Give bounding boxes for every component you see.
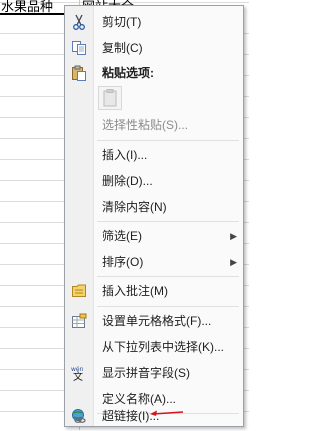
paste-option-button[interactable] xyxy=(98,86,122,110)
comment-icon xyxy=(71,283,87,299)
menu-item-paste-options: 粘贴选项: xyxy=(65,62,243,84)
menu-item-label: 插入批注(M) xyxy=(102,284,168,298)
paste-icon xyxy=(71,65,87,81)
menu-item-label: 设置单元格格式(F)... xyxy=(102,314,212,328)
svg-text:文: 文 xyxy=(73,370,83,381)
menu-item-paste-special[interactable]: 选择性粘贴(S)... xyxy=(65,114,243,136)
menu-item-label: 选择性粘贴(S)... xyxy=(102,118,188,132)
menu-item-insert[interactable]: 插入(I)... xyxy=(65,144,243,166)
menu-item-copy[interactable]: 复制(C) xyxy=(65,37,243,59)
copy-icon xyxy=(71,40,87,56)
menu-item-label: 剪切(T) xyxy=(102,15,142,29)
menu-item-cut[interactable]: 剪切(T) xyxy=(65,11,243,33)
context-menu: 剪切(T) 复制(C) 粘贴选项: 选择性粘贴(S)... 插入(I)... 删… xyxy=(64,5,244,427)
menu-separator xyxy=(97,140,239,141)
annotation-arrow-icon xyxy=(150,410,184,416)
menu-separator xyxy=(97,221,239,222)
menu-item-delete[interactable]: 删除(D)... xyxy=(65,170,243,192)
phonetic-icon: wén 文 xyxy=(71,365,87,383)
menu-item-label: 粘贴选项: xyxy=(102,66,154,80)
menu-item-show-phonetic[interactable]: wén 文 显示拼音字段(S) xyxy=(65,362,243,384)
scissors-icon xyxy=(71,14,87,30)
menu-item-label: 插入(I)... xyxy=(102,148,148,162)
submenu-arrow-icon: ▶ xyxy=(230,231,237,241)
menu-item-label: 显示拼音字段(S) xyxy=(102,366,190,380)
menu-item-clear-contents[interactable]: 清除内容(N) xyxy=(65,196,243,218)
menu-item-label: 清除内容(N) xyxy=(102,200,167,214)
menu-item-format-cells[interactable]: 设置单元格格式(F)... xyxy=(65,310,243,332)
menu-item-label: 复制(C) xyxy=(102,41,143,55)
menu-item-label: 从下拉列表中选择(K)... xyxy=(102,340,224,354)
menu-separator xyxy=(97,276,239,277)
menu-separator xyxy=(97,306,239,307)
submenu-arrow-icon: ▶ xyxy=(230,257,237,267)
hyperlink-icon xyxy=(71,408,87,424)
menu-item-label: 删除(D)... xyxy=(102,174,153,188)
menu-item-label: 排序(O) xyxy=(102,255,144,269)
format-cells-icon xyxy=(71,313,87,329)
menu-item-sort[interactable]: 排序(O) ▶ xyxy=(65,251,243,273)
menu-item-insert-comment[interactable]: 插入批注(M) xyxy=(65,280,243,302)
menu-item-filter[interactable]: 筛选(E) ▶ xyxy=(65,225,243,247)
menu-item-pick-from-list[interactable]: 从下拉列表中选择(K)... xyxy=(65,336,243,358)
menu-item-label: 筛选(E) xyxy=(102,229,142,243)
